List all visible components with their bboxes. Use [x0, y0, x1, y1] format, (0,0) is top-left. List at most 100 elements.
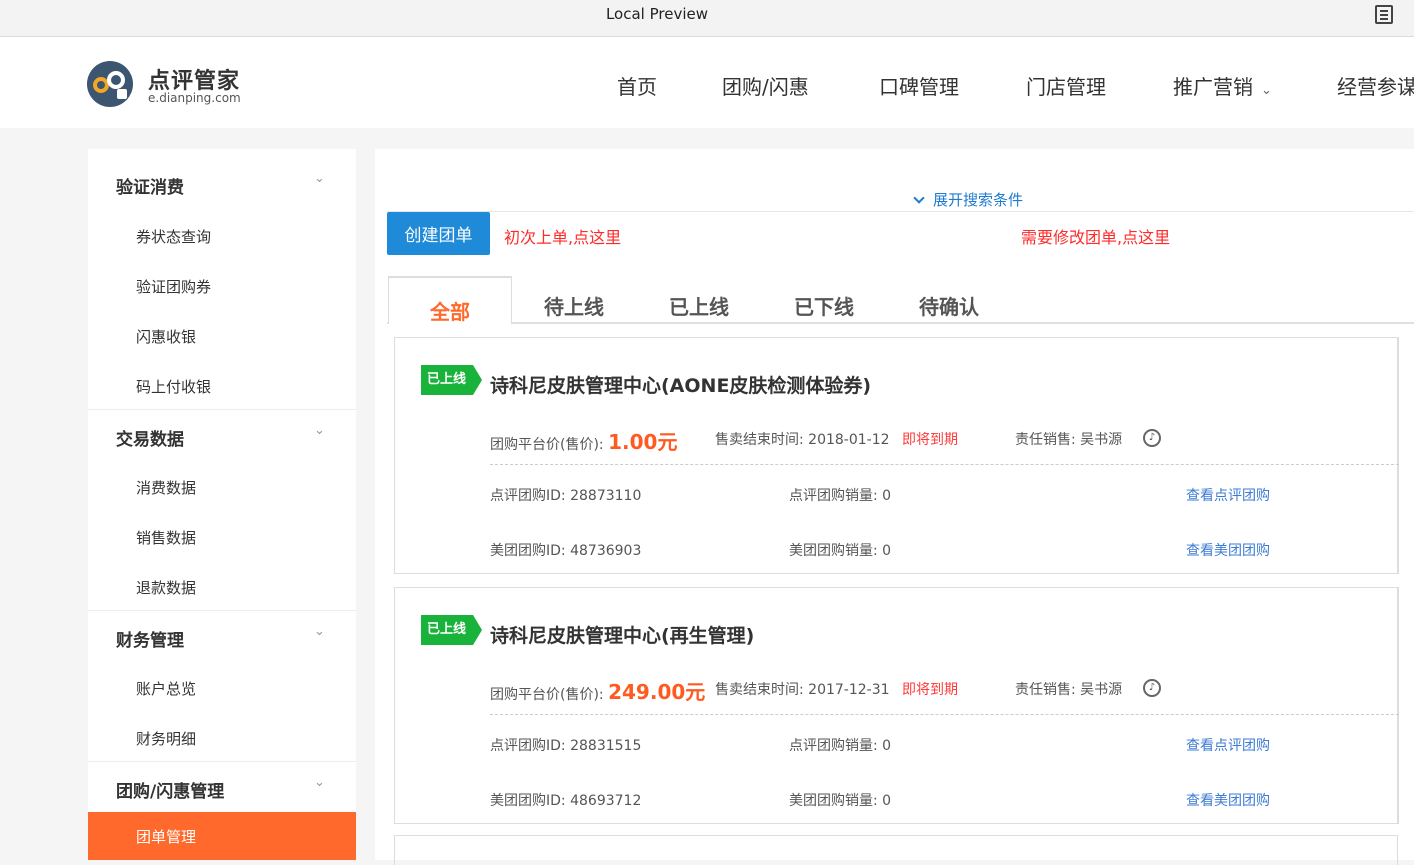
mt-sales-label: 美团团购销量: [789, 543, 878, 559]
sidebar-item-sales-data[interactable]: 销售数据 [136, 527, 196, 548]
mt-sales-label: 美团团购销量: [789, 793, 878, 809]
nav-business-advisor[interactable]: 经营参谋 [1337, 71, 1414, 100]
phone-icon[interactable]: ♪ [1143, 429, 1161, 447]
price-label: 团购平台价(售价): [490, 687, 604, 703]
mt-sales-value: 0 [882, 793, 892, 809]
sidebar-item-finance-detail[interactable]: 财务明细 [136, 728, 196, 749]
chevron-down-icon[interactable]: ⌄ [314, 624, 325, 639]
sidebar-item-account-overview[interactable]: 账户总览 [136, 678, 196, 699]
chevron-down-icon[interactable]: ⌄ [314, 775, 325, 790]
tab-pending-confirm[interactable]: 待确认 [919, 291, 979, 320]
dp-sales-value: 0 [882, 488, 892, 504]
mt-sales-row: 美团团购销量: 0 [789, 540, 891, 560]
end-time-value: 2017-12-31 [808, 682, 890, 698]
chevron-down-icon[interactable]: ⌄ [314, 423, 325, 438]
dp-id-value: 28873110 [570, 488, 642, 504]
sidebar: 验证消费 ⌄ 券状态查询 验证团购券 闪惠收银 码上付收银 交易数据 ⌄ 消费数… [88, 149, 356, 860]
sidebar-group-trade: 交易数据 ⌄ 消费数据 销售数据 退款数据 [88, 410, 356, 611]
main-panel: 展开搜索条件 创建团单 初次上单,点这里 需要修改团单,点这里 全部 待上线 已… [375, 149, 1414, 865]
sidebar-group-deals: 团购/闪惠管理 ⌄ [88, 762, 356, 812]
preview-bar: Local Preview [0, 0, 1414, 37]
expand-search-toggle[interactable]: 展开搜索条件 [913, 189, 1024, 210]
sidebar-group-title[interactable]: 交易数据 [116, 425, 184, 450]
dp-sales-row: 点评团购销量: 0 [789, 485, 891, 505]
sales-person-row: 责任销售: 吴书源 [1015, 679, 1122, 699]
first-order-link[interactable]: 初次上单,点这里 [504, 224, 621, 248]
sidebar-item-verify-coupon[interactable]: 验证团购券 [136, 276, 211, 297]
sales-person-label: 责任销售: [1015, 682, 1076, 698]
site-header: 点评管家 e.dianping.com 首页 团购/闪惠 口碑管理 门店管理 推… [0, 37, 1414, 128]
dp-sales-value: 0 [882, 738, 892, 754]
sidebar-item-deal-management[interactable]: 团单管理 [88, 812, 356, 860]
tab-online[interactable]: 已上线 [669, 291, 729, 320]
deal-title[interactable]: 诗科尼皮肤管理中心(再生管理) [490, 621, 754, 648]
sidebar-group-title[interactable]: 验证消费 [116, 173, 184, 198]
tab-all[interactable]: 全部 [388, 276, 512, 324]
tab-label: 全部 [430, 300, 470, 324]
sidebar-item-code-pay[interactable]: 码上付收银 [136, 376, 211, 397]
end-time-label: 售卖结束时间: [715, 432, 804, 448]
mt-id-row: 美团团购ID: 48736903 [490, 540, 641, 560]
tab-offline[interactable]: 已下线 [794, 291, 854, 320]
sidebar-group-title[interactable]: 团购/闪惠管理 [116, 777, 224, 802]
sales-person-label: 责任销售: [1015, 432, 1076, 448]
sidebar-item-label: 团单管理 [136, 828, 197, 846]
document-icon[interactable] [1375, 5, 1393, 24]
sidebar-item-consume-data[interactable]: 消费数据 [136, 477, 196, 498]
dp-id-label: 点评团购ID: [490, 738, 566, 754]
divider [1397, 587, 1399, 824]
dp-sales-label: 点评团购销量: [789, 738, 878, 754]
chevron-down-icon: ⌄ [1261, 83, 1272, 98]
dp-id-row: 点评团购ID: 28831515 [490, 735, 641, 755]
preview-title: Local Preview [605, 5, 709, 23]
dp-sales-label: 点评团购销量: [789, 488, 878, 504]
nav-home[interactable]: 首页 [617, 71, 657, 100]
chevron-down-icon [913, 192, 925, 204]
divider [490, 714, 1399, 715]
sidebar-group-title[interactable]: 财务管理 [116, 626, 184, 651]
expand-search-label: 展开搜索条件 [933, 191, 1024, 209]
nav-reputation[interactable]: 口碑管理 [879, 71, 959, 100]
nav-marketing[interactable]: 推广营销 ⌄ [1173, 71, 1272, 100]
end-time-value: 2018-01-12 [808, 432, 890, 448]
sidebar-item-coupon-status[interactable]: 券状态查询 [136, 226, 211, 247]
create-deal-button[interactable]: 创建团单 [387, 212, 490, 255]
nav-groupbuy[interactable]: 团购/闪惠 [722, 71, 809, 100]
mt-id-label: 美团团购ID: [490, 543, 566, 559]
tab-pending-online[interactable]: 待上线 [544, 291, 604, 320]
mt-id-value: 48736903 [570, 543, 642, 559]
deal-card [394, 835, 1398, 865]
price-row: 团购平台价(售价): 249.00元 [490, 676, 705, 705]
sales-person-row: 责任销售: 吴书源 [1015, 429, 1122, 449]
deal-card: 已上线 诗科尼皮肤管理中心(再生管理) 团购平台价(售价): 249.00元 售… [394, 587, 1399, 824]
tabs-divider [387, 322, 1414, 324]
dianping-logo-icon[interactable] [87, 61, 133, 107]
view-mt-deal-link[interactable]: 查看美团团购 [1186, 790, 1270, 810]
end-time-row: 售卖结束时间: 2018-01-12 即将到期 [715, 429, 958, 449]
dp-id-row: 点评团购ID: 28873110 [490, 485, 641, 505]
deal-card: 已上线 诗科尼皮肤管理中心(AONE皮肤检测体验券) 团购平台价(售价): 1.… [394, 337, 1399, 574]
sidebar-item-refund-data[interactable]: 退款数据 [136, 577, 196, 598]
expiring-badge: 即将到期 [902, 432, 958, 448]
sidebar-item-flash-cashier[interactable]: 闪惠收银 [136, 326, 196, 347]
sidebar-group-verify: 验证消费 ⌄ 券状态查询 验证团购券 闪惠收银 码上付收银 [88, 149, 356, 410]
mt-sales-value: 0 [882, 543, 892, 559]
end-time-label: 售卖结束时间: [715, 682, 804, 698]
status-badge: 已上线 [421, 365, 482, 395]
mt-id-value: 48693712 [570, 793, 642, 809]
sidebar-group-finance: 财务管理 ⌄ 账户总览 财务明细 [88, 611, 356, 762]
modify-order-link[interactable]: 需要修改团单,点这里 [1021, 224, 1170, 248]
view-mt-deal-link[interactable]: 查看美团团购 [1186, 540, 1270, 560]
end-time-row: 售卖结束时间: 2017-12-31 即将到期 [715, 679, 958, 699]
view-dp-deal-link[interactable]: 查看点评团购 [1186, 485, 1270, 505]
deal-title[interactable]: 诗科尼皮肤管理中心(AONE皮肤检测体验券) [490, 371, 871, 398]
chevron-down-icon[interactable]: ⌄ [314, 171, 325, 186]
phone-icon[interactable]: ♪ [1143, 679, 1161, 697]
view-dp-deal-link[interactable]: 查看点评团购 [1186, 735, 1270, 755]
dp-sales-row: 点评团购销量: 0 [789, 735, 891, 755]
sales-person-value: 吴书源 [1080, 682, 1123, 698]
nav-store[interactable]: 门店管理 [1026, 71, 1106, 100]
dp-id-value: 28831515 [570, 738, 642, 754]
logo-subtitle: e.dianping.com [148, 91, 241, 105]
price-value: 1.00元 [608, 430, 678, 454]
